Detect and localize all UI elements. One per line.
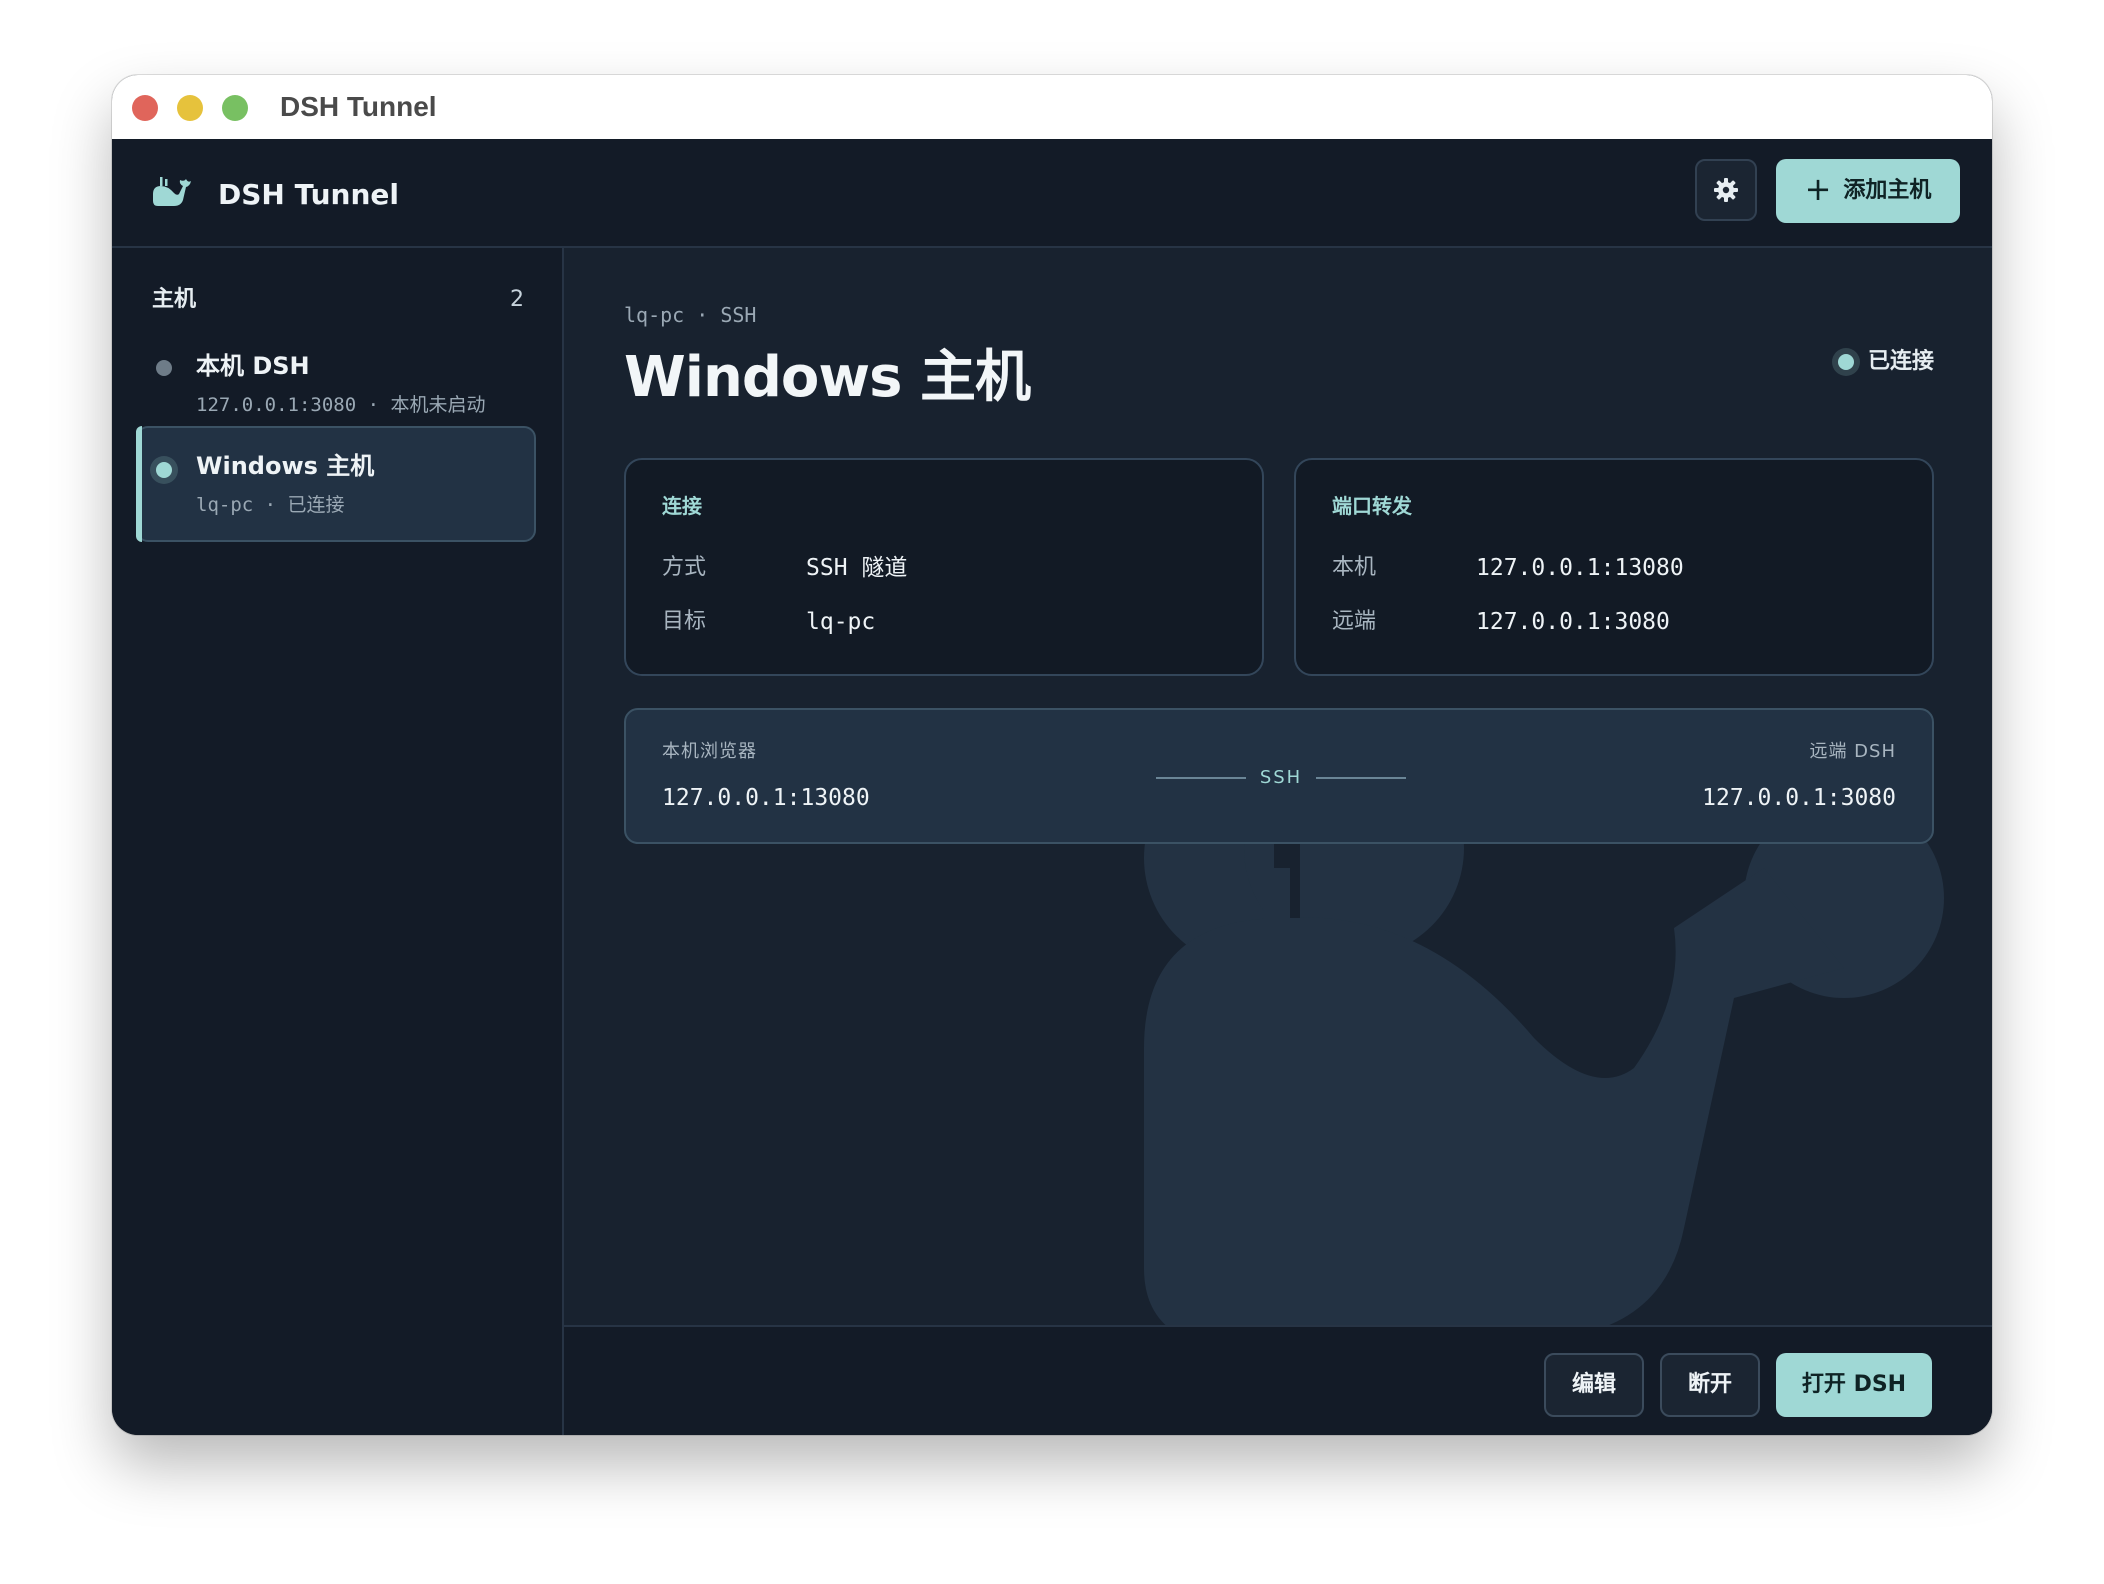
zoom-window-button[interactable] [222,95,248,121]
host-name: 本机 DSH [196,352,310,380]
disconnect-button[interactable]: 断开 [1660,1353,1760,1417]
connection-card: 连接 方式 SSH 隧道 目标 lq-pc [624,458,1264,676]
route-source-value: 127.0.0.1:13080 [662,785,870,811]
breadcrumb: lq-pc · SSH [624,303,757,327]
sidebar-heading: 主机 2 [152,286,524,314]
host-name: Windows 主机 [196,452,375,480]
minimize-window-button[interactable] [177,95,203,121]
info-row: 远端 127.0.0.1:3080 [1332,608,1892,636]
gear-icon [1714,178,1738,202]
whale-icon [153,177,191,206]
settings-button[interactable] [1695,159,1757,221]
sidebar-title: 主机 [152,287,197,312]
close-window-button[interactable] [132,95,158,121]
info-key: 远端 [1332,609,1377,634]
app-header: DSH Tunnel + 添加主机 [112,139,1992,248]
open-dsh-button[interactable]: 打开 DSH [1776,1353,1932,1417]
info-key: 方式 [662,555,707,580]
info-value: 127.0.0.1:13080 [1476,555,1684,581]
info-key: 本机 [1332,555,1377,580]
app-name: DSH Tunnel [218,178,400,211]
connector-line [1316,777,1407,779]
status-dot-icon [156,462,172,478]
route-source-label: 本机浏览器 [662,741,757,762]
status-dot-icon [156,360,172,376]
info-value: lq-pc [806,609,876,635]
info-row: 本机 127.0.0.1:13080 [1332,554,1892,582]
app-window: DSH Tunnel DSH Tunnel + 添加主机 主机 2 本机 DSH… [112,75,1992,1435]
edit-button[interactable]: 编辑 [1544,1353,1644,1417]
page-title: Windows 主机 [624,345,1031,410]
host-subtitle: lq-pc · 已连接 [196,494,345,516]
info-value: 127.0.0.1:3080 [1476,609,1670,635]
status-dot-icon [1837,354,1854,370]
sidebar: 主机 2 本机 DSH 127.0.0.1:3080 · 本机未启动 Windo… [112,248,564,1435]
title-bar: DSH Tunnel [112,75,1992,140]
info-key: 目标 [662,609,707,634]
plus-icon: + [1804,170,1832,208]
sidebar-item-windows-host[interactable]: Windows 主机 lq-pc · 已连接 [136,426,536,542]
action-footer: 编辑 断开 打开 DSH [564,1325,1992,1435]
info-value: SSH 隧道 [806,555,908,581]
route-target-label: 远端 DSH [1809,741,1896,762]
host-count: 2 [510,287,524,312]
tunnel-route-panel: 本机浏览器 127.0.0.1:13080 SSH 远端 DSH 127.0.0… [624,708,1934,844]
connector-line [1156,777,1246,779]
status-label: 已连接 [1867,349,1934,374]
main-panel: lq-pc · SSH Windows 主机 已连接 连接 方式 SSH 隧道 … [564,248,1992,1435]
port-forwarding-card: 端口转发 本机 127.0.0.1:13080 远端 127.0.0.1:308… [1294,458,1934,676]
add-host-label: 添加主机 [1843,178,1932,203]
add-host-button[interactable]: + 添加主机 [1776,159,1960,223]
route-connector: SSH [1156,766,1407,790]
card-title: 连接 [662,494,702,518]
window-title: DSH Tunnel [280,91,437,122]
card-title: 端口转发 [1332,494,1412,518]
route-protocol-label: SSH [1259,767,1303,788]
info-row: 目标 lq-pc [662,608,1222,636]
sidebar-item-local-dsh[interactable]: 本机 DSH 127.0.0.1:3080 · 本机未启动 [136,324,536,440]
host-subtitle: 127.0.0.1:3080 · 本机未启动 [196,394,486,416]
info-row: 方式 SSH 隧道 [662,554,1222,582]
route-target-value: 127.0.0.1:3080 [1702,785,1896,811]
connection-status: 已连接 [1837,348,1934,376]
